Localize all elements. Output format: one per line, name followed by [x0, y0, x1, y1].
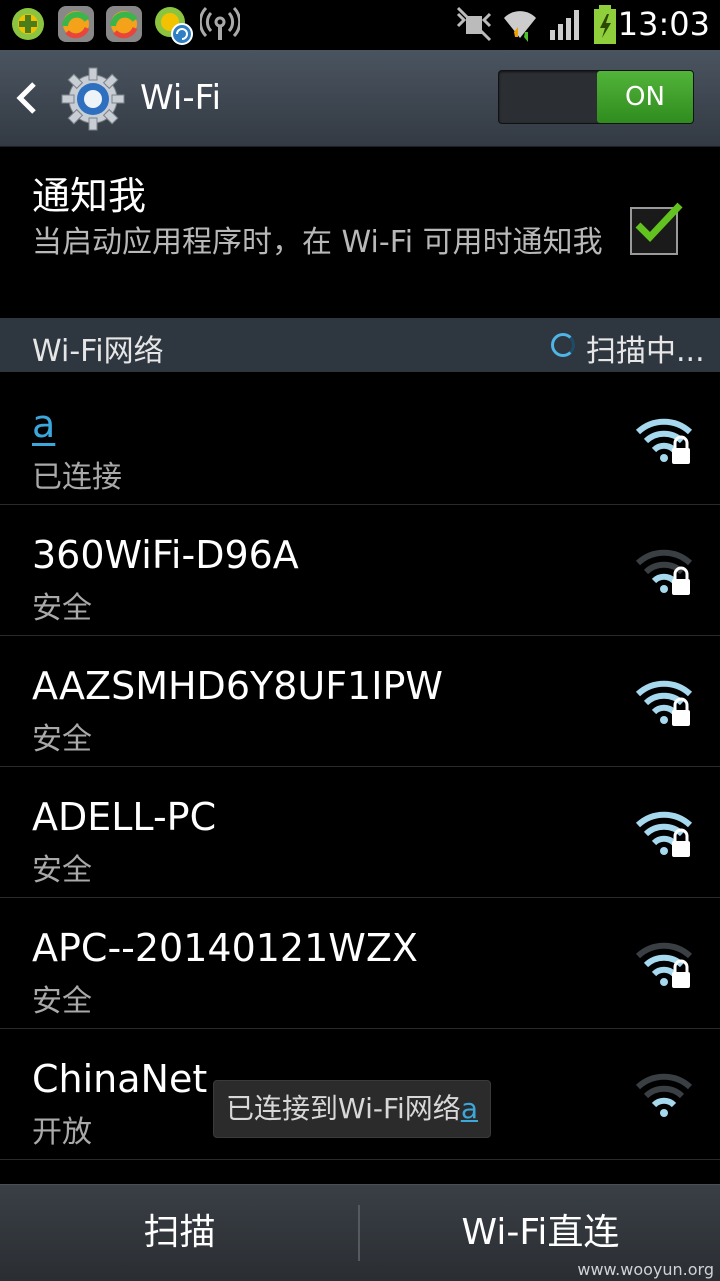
battery-charging-icon — [594, 5, 616, 44]
network-status: 安全 — [32, 722, 92, 757]
network-item[interactable]: a 已连接 — [0, 374, 720, 505]
notify-me-title: 通知我 — [32, 174, 147, 218]
network-item[interactable]: 360WiFi-D96A 安全 — [0, 505, 720, 636]
network-status: 安全 — [32, 591, 92, 626]
network-item[interactable]: APC--20140121WZX 安全 — [0, 898, 720, 1029]
wifi-toggle[interactable]: ON — [498, 70, 694, 124]
notify-me-row[interactable]: 通知我 当启动应用程序时，在 Wi-Fi 可用时通知我 — [0, 147, 720, 317]
wifi-lock-icon — [636, 680, 693, 726]
back-icon[interactable] — [14, 80, 38, 116]
page-title: Wi-Fi — [140, 78, 222, 118]
section-title: Wi-Fi网络 — [32, 334, 164, 369]
browser-notification-icon — [106, 6, 142, 42]
network-status: 安全 — [32, 984, 92, 1019]
wifi-open-icon — [636, 1073, 693, 1117]
network-item[interactable]: AAZSMHD6Y8UF1IPW 安全 — [0, 636, 720, 767]
app-update-icon — [155, 7, 193, 45]
scanning-spinner-icon — [551, 333, 575, 357]
watermark: www.wooyun.org — [577, 1260, 714, 1279]
status-bar: 13:03 — [0, 0, 720, 50]
connected-toast: 已连接到Wi-Fi网络a — [213, 1080, 491, 1138]
network-list: a 已连接 360WiFi-D96A 安全 AAZSMHD6Y8UF1IPW 安… — [0, 374, 720, 1160]
network-status: 开放 — [32, 1115, 92, 1150]
wifi-lock-icon — [636, 942, 693, 988]
app-notification-icon — [12, 8, 44, 40]
wifi-lock-icon — [636, 549, 693, 595]
network-name: AAZSMHD6Y8UF1IPW — [32, 664, 443, 708]
network-status: 安全 — [32, 853, 92, 888]
bottom-action-bar: 扫描 Wi-Fi直连 www.wooyun.org — [0, 1184, 720, 1281]
wifi-lock-icon — [636, 418, 693, 464]
silent-mode-icon — [456, 6, 492, 42]
wifi-signal-icon — [504, 11, 536, 42]
browser-notification-icon — [58, 6, 94, 42]
network-name: 360WiFi-D96A — [32, 533, 299, 577]
toast-network-name: a — [460, 1092, 478, 1125]
scan-button[interactable]: 扫描 — [0, 1185, 359, 1281]
network-name: ChinaNet — [32, 1057, 208, 1101]
wifi-lock-icon — [636, 811, 693, 857]
network-name: ADELL-PC — [32, 795, 217, 839]
scanning-label: 扫描中... — [586, 334, 705, 369]
action-bar: Wi-Fi ON — [0, 50, 720, 147]
cell-signal-icon — [550, 10, 579, 40]
notify-me-description: 当启动应用程序时，在 Wi-Fi 可用时通知我 — [32, 225, 603, 260]
toast-message: 已连接到Wi-Fi网络 — [226, 1092, 461, 1125]
network-status: 已连接 — [32, 460, 122, 495]
settings-gear-icon[interactable] — [60, 66, 126, 132]
check-icon — [635, 202, 683, 243]
wifi-hotspot-icon — [200, 6, 240, 40]
network-name: APC--20140121WZX — [32, 926, 418, 970]
clock: 13:03 — [617, 5, 710, 43]
notify-me-checkbox[interactable] — [630, 202, 683, 255]
network-name: a — [32, 402, 56, 446]
wifi-toggle-on-label: ON — [597, 71, 693, 123]
wifi-networks-header: Wi-Fi网络 扫描中... — [0, 318, 720, 372]
network-item[interactable]: ADELL-PC 安全 — [0, 767, 720, 898]
bottom-divider — [358, 1205, 360, 1261]
